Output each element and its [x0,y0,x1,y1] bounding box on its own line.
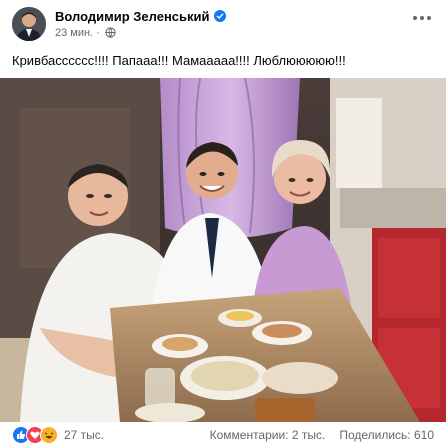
shares-count-link[interactable]: Поделились: 610 [339,428,434,442]
post-meta: 23 мин. · [55,27,116,41]
more-options-icon[interactable] [408,8,436,28]
family-dinner-photo [0,78,446,422]
author-name[interactable]: Володимир Зеленський [55,9,226,24]
author-avatar[interactable] [12,7,46,41]
reactions-summary[interactable]: 27 тыс. [12,426,105,444]
reactions-count: 27 тыс. [64,428,105,442]
author-name-text[interactable]: Володимир Зеленський [55,9,210,24]
globe-icon [105,27,116,41]
post-text: Кривбасссссс!!!! Папааа!!! Мамааааа!!!! … [12,53,346,68]
haha-reaction-icon [40,426,58,444]
meta-separator: · [96,27,100,39]
post-timestamp[interactable]: 23 мин. [55,27,93,39]
post-footer: 27 тыс. Комментарии: 2 тыс. Поделились: 6… [0,422,446,447]
engagement-stats: Комментарии: 2 тыс. Поделились: 610 [210,428,434,442]
post-photo[interactable] [0,78,446,422]
post-header: Володимир Зеленський 23 мин. · [0,0,446,44]
comments-count-link[interactable]: Комментарии: 2 тыс. [210,428,326,442]
verified-badge-icon [213,10,226,22]
